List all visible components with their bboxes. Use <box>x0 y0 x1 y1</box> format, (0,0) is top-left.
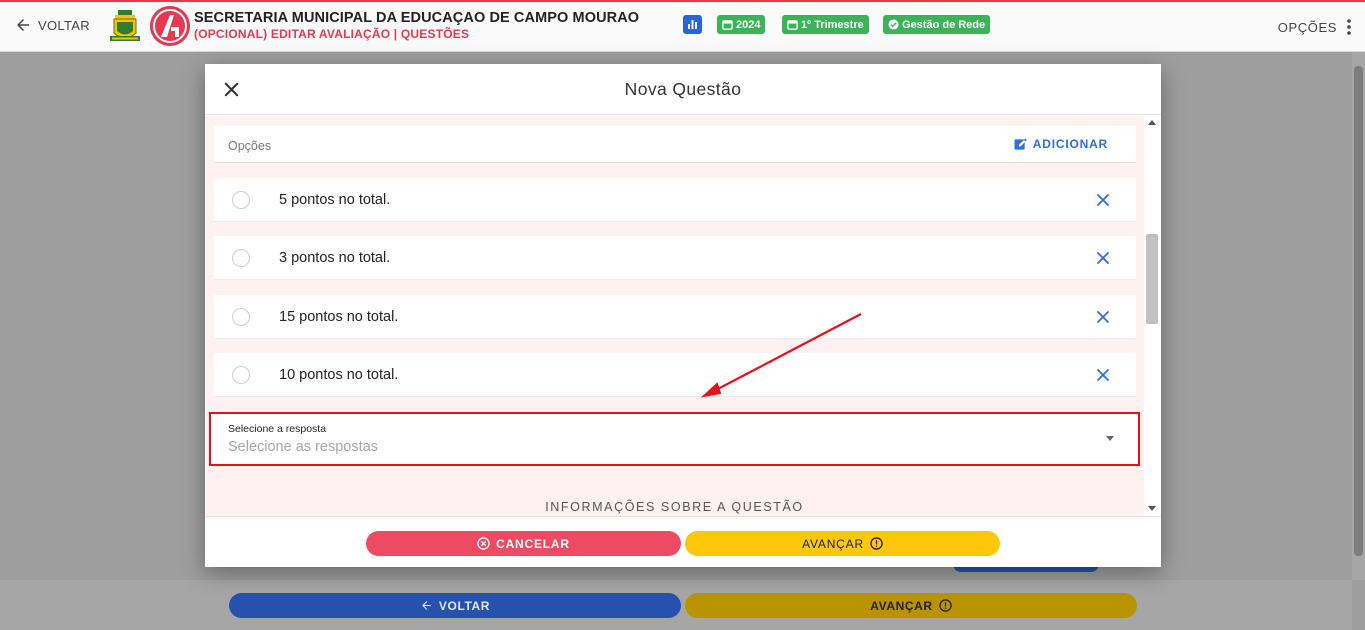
page-title: SECRETARIA MUNICIPAL DA EDUCAÇAO DE CAMP… <box>194 10 640 26</box>
scroll-up-icon[interactable] <box>1148 120 1156 125</box>
answer-select-placeholder: Selecione as respostas <box>228 439 378 455</box>
back-label: VOLTAR <box>38 17 90 33</box>
question-info-heading: INFORMAÇÕES SOBRE A QUESTÃO <box>545 500 804 514</box>
options-section-label: Opções <box>228 139 272 153</box>
network-chip[interactable]: Gestão de Rede <box>883 15 991 34</box>
remove-option-icon[interactable] <box>1096 368 1110 382</box>
dialog-title: Nova Questão <box>624 79 742 99</box>
option-radio[interactable] <box>232 366 250 384</box>
background-next-label: AVANÇAR <box>870 598 933 613</box>
options-menu-button[interactable]: OPÇÕES <box>1278 19 1351 35</box>
calendar-icon <box>722 20 733 30</box>
page-scrollbar-thumb[interactable] <box>1354 66 1363 556</box>
dialog-body: Opções ADICIONAR 5 pontos no total. 3 po… <box>205 116 1161 516</box>
question-form: Opções ADICIONAR 5 pontos no total. 3 po… <box>205 116 1144 516</box>
cancel-label: CANCELAR <box>496 536 570 551</box>
add-option-label: ADICIONAR <box>1032 137 1108 151</box>
option-text: 10 pontos no total. <box>279 367 399 383</box>
dialog-footer: CANCELAR AVANÇAR <box>205 516 1161 567</box>
dialog-scrollbar[interactable] <box>1144 116 1161 516</box>
remove-option-icon[interactable] <box>1096 310 1110 324</box>
option-row: 15 pontos no total. <box>214 295 1136 339</box>
options-label: OPÇÕES <box>1277 19 1337 35</box>
next-button[interactable]: AVANÇAR <box>685 531 1000 556</box>
scroll-down-icon[interactable] <box>1148 506 1156 511</box>
check-circle-icon <box>888 19 899 30</box>
back-button[interactable]: VOLTAR <box>14 16 90 34</box>
year-chip-label: 2024 <box>736 18 761 31</box>
calendar-icon <box>787 20 798 30</box>
dialog-scrollbar-thumb[interactable] <box>1146 234 1158 324</box>
dialog-header: Nova Questão <box>205 64 1161 115</box>
info-circle-icon <box>870 537 883 550</box>
municipal-crest-icon <box>110 10 140 41</box>
stats-button[interactable] <box>683 15 702 34</box>
background-back-label: VOLTAR <box>438 598 491 613</box>
answer-select[interactable]: Selecione a resposta Selecione as respos… <box>209 412 1140 466</box>
add-option-button[interactable]: ADICIONAR <box>1014 137 1108 151</box>
page-subtitle: (OPCIONAL) EDITAR AVALIAÇÃO | QUESTÕES <box>194 27 470 41</box>
answer-select-label: Selecione a resposta <box>228 423 327 435</box>
option-text: 3 pontos no total. <box>279 250 391 266</box>
bar-chart-icon <box>688 20 697 29</box>
remove-option-icon[interactable] <box>1096 251 1110 265</box>
next-label: AVANÇAR <box>802 536 864 551</box>
app-bar: VOLTAR SECRETARIA MUNICIPAL DA EDUCAÇAO … <box>0 0 1365 52</box>
background-back-button[interactable]: VOLTAR <box>229 593 681 618</box>
year-chip[interactable]: 2024 <box>717 15 766 34</box>
option-row: 5 pontos no total. <box>214 178 1136 222</box>
edit-icon <box>1014 138 1027 150</box>
option-row: 10 pontos no total. <box>214 353 1136 397</box>
page-scrollbar[interactable] <box>1352 52 1365 580</box>
arrow-left-icon <box>422 601 431 610</box>
term-chip-label: 1º Trimestre <box>801 18 864 31</box>
option-radio[interactable] <box>232 308 250 326</box>
option-row: 3 pontos no total. <box>214 236 1136 280</box>
option-radio[interactable] <box>232 249 250 267</box>
app-logo <box>150 6 190 46</box>
cancel-circle-icon <box>477 537 490 550</box>
new-question-dialog: Nova Questão Opções ADICIONAR 5 pontos n… <box>205 64 1161 567</box>
remove-option-icon[interactable] <box>1096 193 1110 207</box>
network-chip-label: Gestão de Rede <box>902 18 986 31</box>
term-chip[interactable]: 1º Trimestre <box>782 15 869 34</box>
option-text: 15 pontos no total. <box>279 309 399 325</box>
background-next-button[interactable]: AVANÇAR <box>685 593 1137 618</box>
option-text: 5 pontos no total. <box>279 192 391 208</box>
options-header: Opções ADICIONAR <box>214 126 1136 163</box>
info-circle-icon <box>938 599 952 612</box>
chevron-down-icon <box>1106 436 1114 441</box>
more-vertical-icon <box>1347 19 1351 35</box>
arrow-left-icon <box>17 19 29 31</box>
cancel-button[interactable]: CANCELAR <box>366 531 681 556</box>
option-radio[interactable] <box>232 191 250 209</box>
